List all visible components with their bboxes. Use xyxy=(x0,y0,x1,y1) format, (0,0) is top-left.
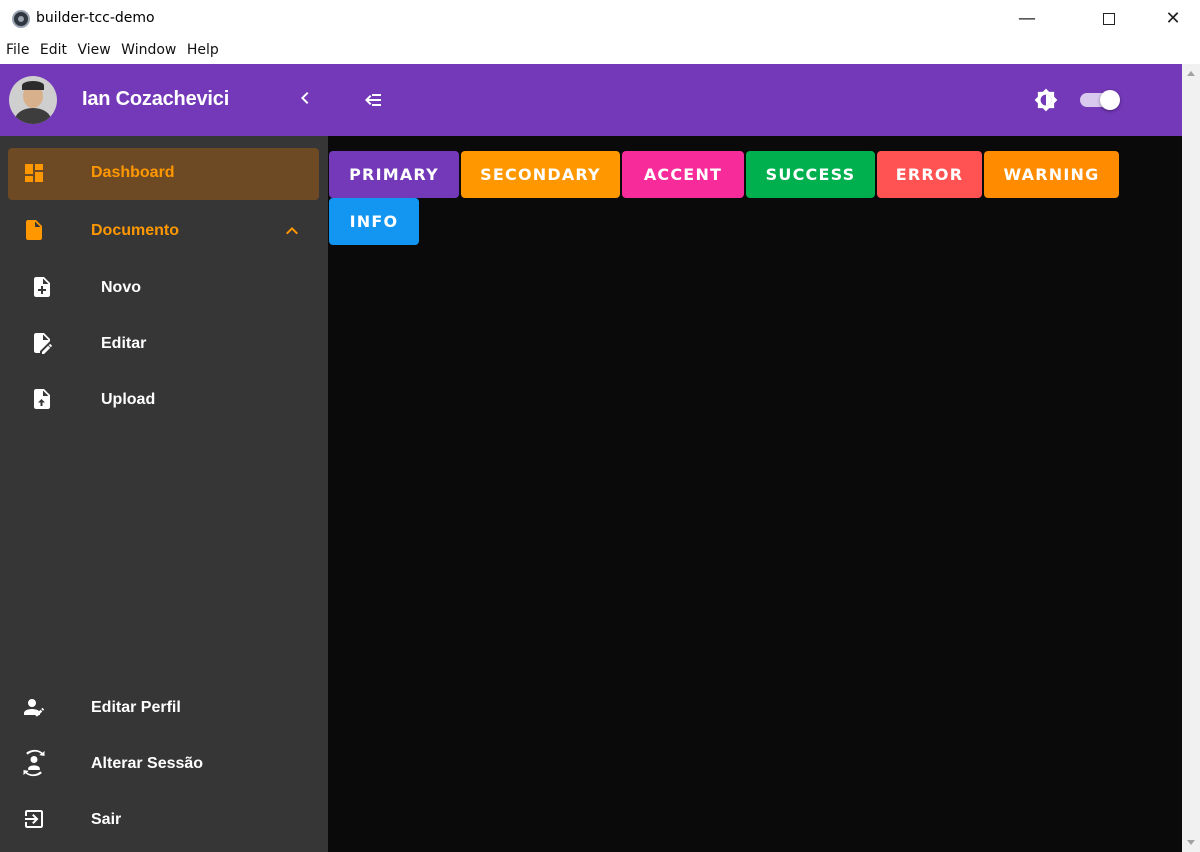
secondary-button[interactable]: SECONDARY xyxy=(461,151,620,198)
sidebar-item-alterar-sessao[interactable]: Alterar Sessão xyxy=(8,737,319,789)
sidebar-item-label: Editar Perfil xyxy=(91,699,181,716)
account-switch-icon xyxy=(23,749,45,777)
scrollbar[interactable] xyxy=(1182,64,1200,852)
sidebar-item-label: Sair xyxy=(91,811,122,828)
menu-file[interactable]: File xyxy=(0,38,29,58)
minimize-button[interactable]: — xyxy=(1012,4,1042,34)
file-edit-icon xyxy=(34,333,52,354)
app-bar xyxy=(328,64,1182,136)
sidebar-item-upload[interactable]: Upload xyxy=(8,373,319,425)
menu-view[interactable]: View xyxy=(71,38,110,58)
document-icon xyxy=(26,220,42,240)
brightness-icon[interactable] xyxy=(1033,87,1059,113)
accent-button[interactable]: ACCENT xyxy=(622,151,744,198)
chevron-left-icon[interactable] xyxy=(293,86,317,110)
main-content: PRIMARY SECONDARY ACCENT SUCCESS ERROR W… xyxy=(328,136,1182,852)
window-titlebar: builder-tcc-demo — ✕ xyxy=(0,0,1200,38)
window-title: builder-tcc-demo xyxy=(36,10,155,26)
sidebar-item-label: Upload xyxy=(101,391,156,408)
user-name: Ian Cozachevici xyxy=(82,88,230,110)
sidebar-item-label: Documento xyxy=(91,222,179,239)
file-plus-icon xyxy=(34,277,50,297)
drawer-header: Ian Cozachevici xyxy=(0,64,328,136)
menu-window[interactable]: Window xyxy=(115,38,176,58)
warning-button[interactable]: WARNING xyxy=(984,151,1119,198)
sidebar-item-documento[interactable]: Documento xyxy=(8,204,319,256)
sidebar-item-label: Alterar Sessão xyxy=(91,755,204,772)
sidebar-item-editar-perfil[interactable]: Editar Perfil xyxy=(8,681,319,733)
sidebar-item-label: Novo xyxy=(101,279,141,296)
avatar[interactable] xyxy=(9,76,57,124)
logout-icon xyxy=(25,810,43,828)
info-button[interactable]: INFO xyxy=(329,198,419,245)
maximize-icon xyxy=(1103,13,1115,25)
navigation-drawer: Ian Cozachevici Dashboard Documento Novo… xyxy=(0,64,328,852)
app-root: Ian Cozachevici Dashboard Documento Novo… xyxy=(0,64,1182,852)
sidebar-item-label: Dashboard xyxy=(91,164,175,181)
menu-help[interactable]: Help xyxy=(181,38,219,58)
sidebar-item-sair[interactable]: Sair xyxy=(8,793,319,845)
app-icon xyxy=(12,10,30,28)
primary-button[interactable]: PRIMARY xyxy=(329,151,459,198)
account-edit-icon xyxy=(24,699,45,717)
close-button[interactable]: ✕ xyxy=(1158,4,1188,34)
sidebar-item-novo[interactable]: Novo xyxy=(8,261,319,313)
scroll-down-icon[interactable] xyxy=(1187,840,1195,845)
menu-edit[interactable]: Edit xyxy=(34,38,67,58)
maximize-button[interactable] xyxy=(1094,4,1124,34)
dashboard-icon xyxy=(25,164,43,182)
menu-collapse-icon[interactable] xyxy=(360,88,384,112)
scroll-up-icon[interactable] xyxy=(1187,71,1195,76)
error-button[interactable]: ERROR xyxy=(877,151,982,198)
theme-switch-thumb[interactable] xyxy=(1100,90,1120,110)
sidebar-item-label: Editar xyxy=(101,335,147,352)
sidebar-item-dashboard[interactable]: Dashboard xyxy=(8,148,319,200)
file-upload-icon xyxy=(34,389,50,409)
success-button[interactable]: SUCCESS xyxy=(746,151,875,198)
sidebar-item-editar[interactable]: Editar xyxy=(8,317,319,369)
menu-bar: File Edit View Window Help xyxy=(0,38,1200,64)
chevron-up-icon xyxy=(286,227,298,235)
